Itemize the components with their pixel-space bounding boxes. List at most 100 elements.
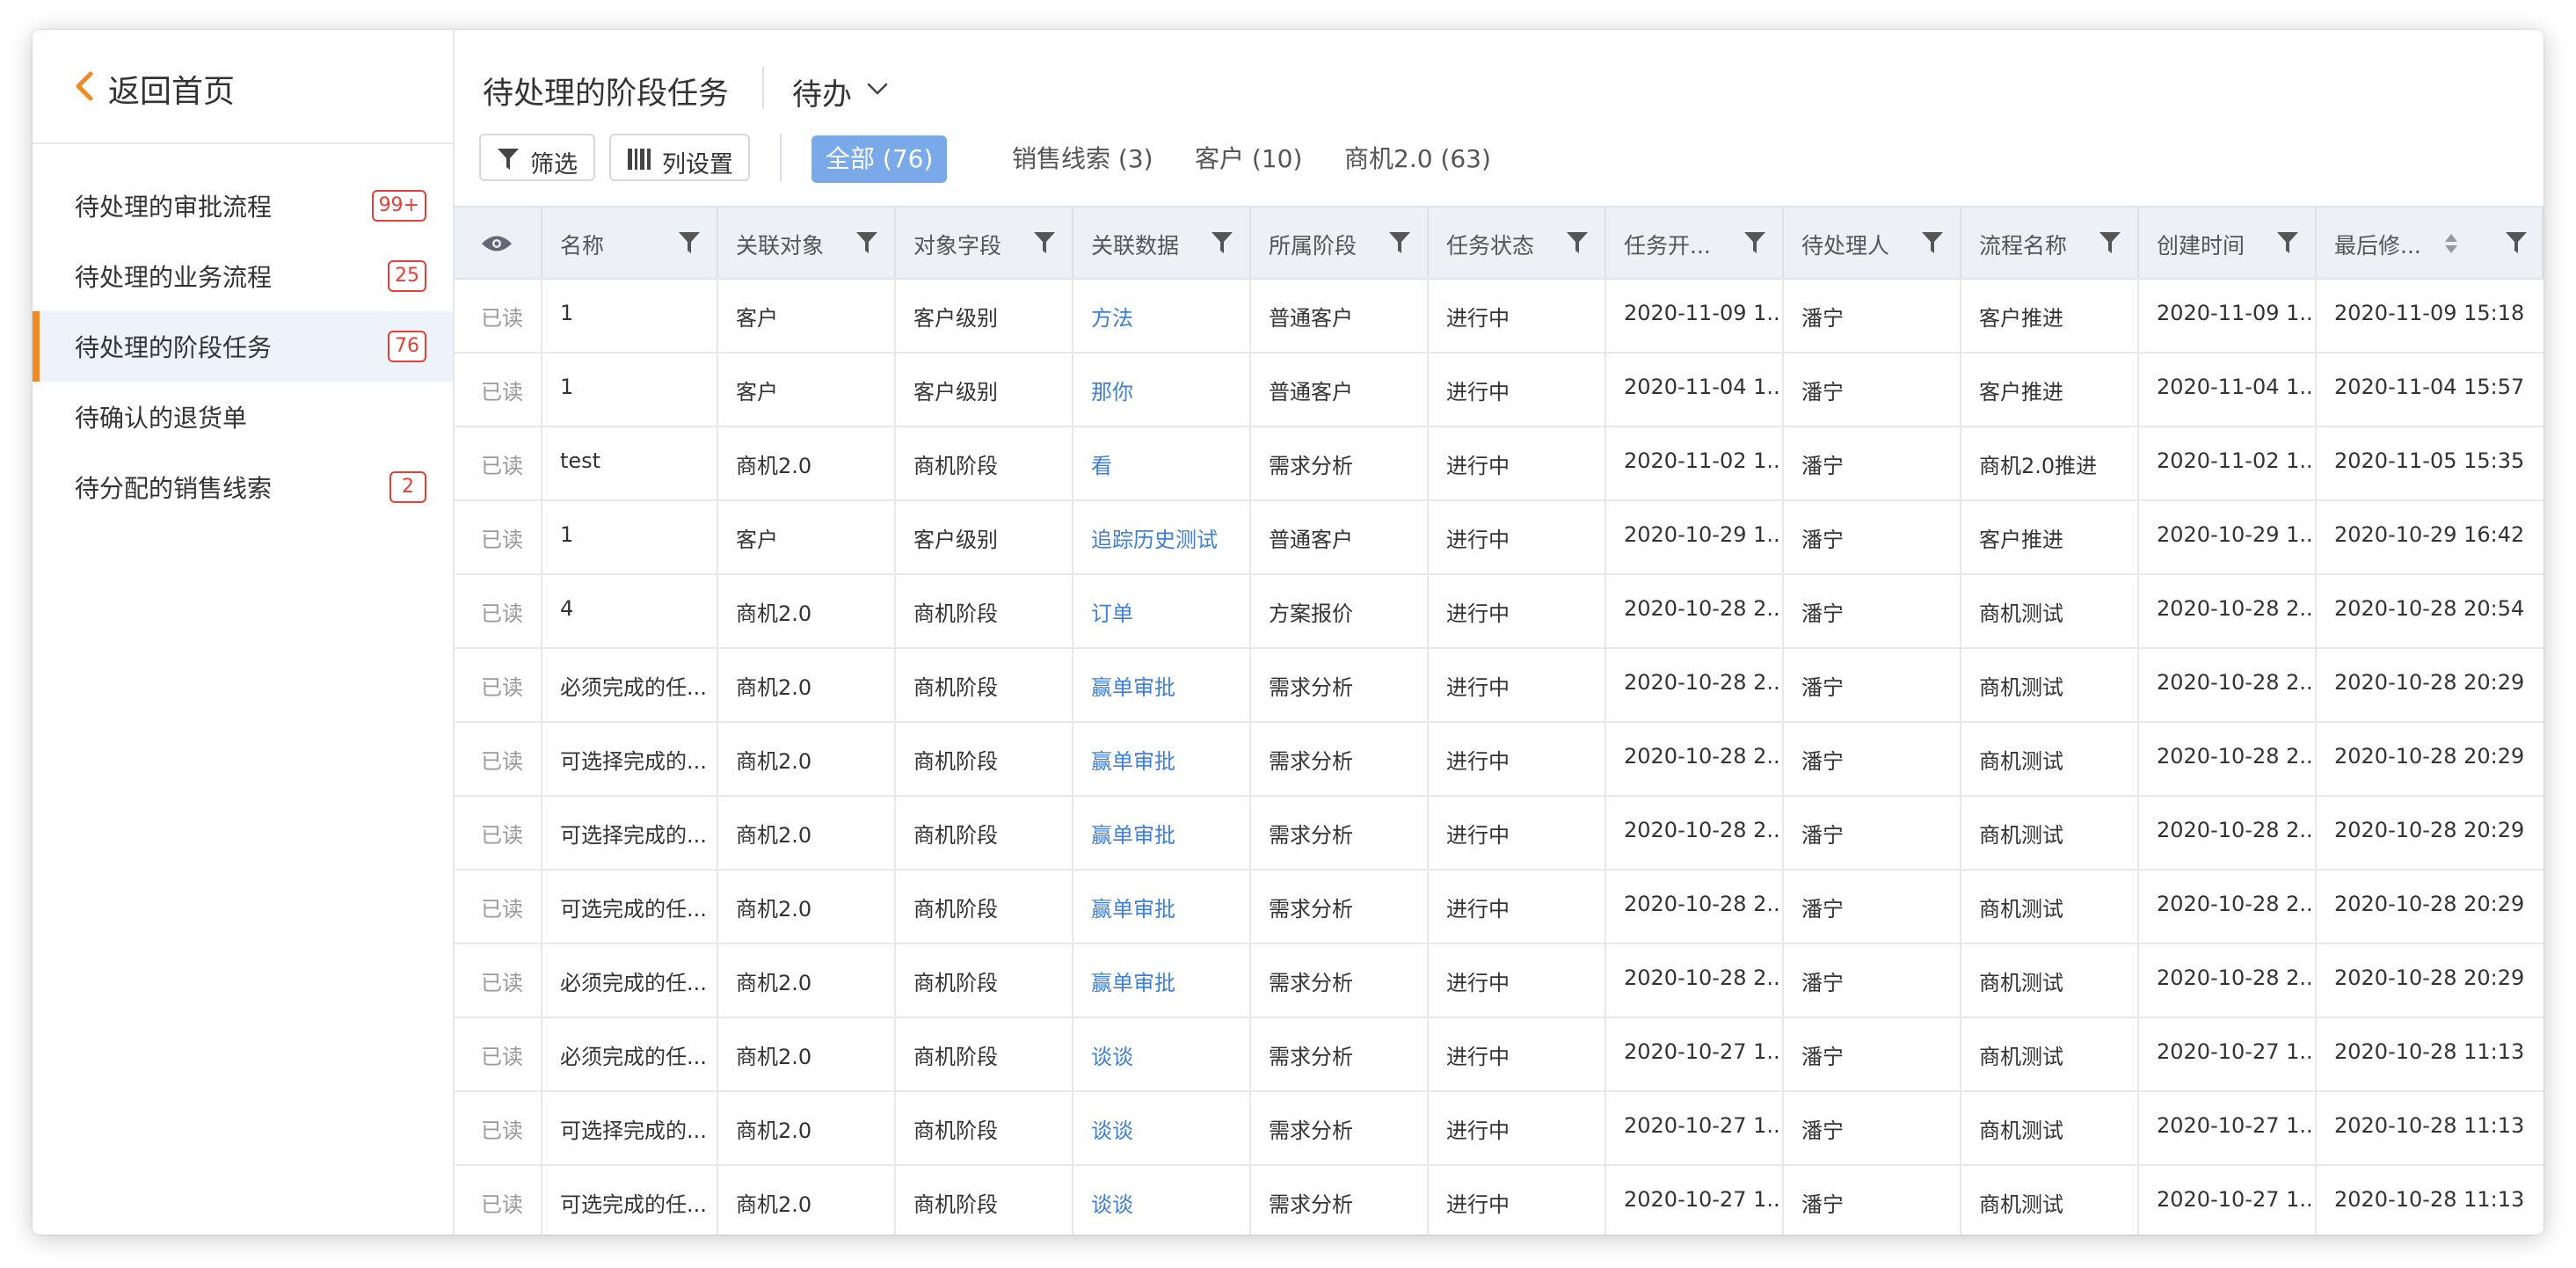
filter-icon[interactable] — [1033, 230, 1056, 255]
filter-button[interactable]: 筛选 — [479, 134, 595, 181]
cell-related-data[interactable]: 追踪历史测试 — [1073, 499, 1251, 573]
cell-related-data[interactable]: 方法 — [1073, 278, 1251, 352]
cell-assignee: 潘宁 — [1784, 499, 1961, 573]
chevron-down-icon[interactable] — [866, 77, 889, 100]
table-row[interactable]: 已读 4 商机2.0 商机阶段 订单 方案报价 进行中 2020-10-28 2... 潘宁 商机… — [455, 573, 2543, 649]
filter-icon[interactable] — [678, 230, 701, 255]
filter-icon[interactable] — [1566, 230, 1589, 255]
table-row[interactable]: 已读 必须完成的任... 商机2.0 商机阶段 赢单审批 需求分析 进行中 2020-10-2… — [455, 647, 2543, 723]
cell-related-data[interactable]: 谈谈 — [1073, 1164, 1251, 1235]
filter-icon[interactable] — [2505, 230, 2528, 255]
table-row[interactable]: 已读 可选完成的任... 商机2.0 商机阶段 谈谈 需求分析 进行中 2020-10-27 … — [455, 1164, 2543, 1235]
filter-icon[interactable] — [1921, 230, 1944, 255]
cell-task-start: 2020-10-27 1... — [1606, 1090, 1784, 1164]
read-status-text: 已读 — [481, 675, 523, 700]
cell-related-object: 商机2.0 — [718, 795, 896, 869]
related-data-link[interactable]: 订单 — [1091, 596, 1133, 627]
col-header-task-status[interactable]: 任务状态 — [1429, 208, 1606, 278]
cell-text: 2020-10-27 1... — [2157, 1187, 2317, 1212]
cell-text: 进行中 — [1446, 1045, 1510, 1069]
cell-stage: 需求分析 — [1251, 795, 1429, 869]
col-header-assignee[interactable]: 待处理人 — [1784, 208, 1961, 278]
col-header-task-start[interactable]: 任务开... — [1606, 208, 1784, 278]
cell-related-object: 商机2.0 — [718, 1090, 896, 1164]
filter-icon[interactable] — [1211, 230, 1233, 255]
sort-icon[interactable] — [2443, 232, 2459, 255]
sidebar-item-business-flow[interactable]: 待处理的业务流程 25 — [33, 241, 453, 311]
cell-text: 进行中 — [1446, 1119, 1510, 1143]
cell-related-data[interactable]: 订单 — [1073, 573, 1251, 647]
cell-text: 2020-10-28 20:29 — [2334, 966, 2525, 990]
tab-sales-leads[interactable]: 销售线索 (3) — [1012, 140, 1153, 179]
cell-related-data[interactable]: 看 — [1073, 426, 1251, 499]
cell-stage: 普通客户 — [1251, 352, 1429, 426]
cell-related-data[interactable]: 赢单审批 — [1073, 943, 1251, 1017]
cell-text: 商机2.0 — [736, 897, 812, 922]
filter-icon[interactable] — [2099, 230, 2121, 255]
table-row[interactable]: 已读 可选择完成的... 商机2.0 商机阶段 赢单审批 需求分析 进行中 2020-10-2… — [455, 721, 2543, 797]
filter-icon[interactable] — [2276, 230, 2299, 255]
cell-related-data[interactable]: 谈谈 — [1073, 1017, 1251, 1090]
table-row[interactable]: 已读 可选择完成的... 商机2.0 商机阶段 谈谈 需求分析 进行中 2020-10-27 … — [455, 1090, 2543, 1166]
cell-text: 需求分析 — [1269, 823, 1353, 848]
cell-related-data[interactable]: 赢单审批 — [1073, 647, 1251, 721]
table-row[interactable]: 已读 1 客户 客户级别 追踪历史测试 普通客户 进行中 2020-10-29 1... 潘宁 客… — [455, 499, 2543, 575]
cell-text: 2020-11-05 15:35 — [2334, 448, 2525, 473]
col-header-flow-name[interactable]: 流程名称 — [1961, 208, 2139, 278]
related-data-link[interactable]: 赢单审批 — [1091, 818, 1175, 849]
cell-created-time: 2020-10-28 2... — [2139, 869, 2317, 943]
related-data-link[interactable]: 追踪历史测试 — [1091, 522, 1218, 553]
related-data-link[interactable]: 赢单审批 — [1091, 670, 1175, 701]
col-header-last-modified[interactable]: 最后修... — [2317, 208, 2543, 278]
cell-related-data[interactable]: 赢单审批 — [1073, 795, 1251, 869]
sidebar-item-returns[interactable]: 待确认的退货单 — [33, 382, 453, 452]
tab-customers[interactable]: 客户 (10) — [1195, 140, 1302, 179]
col-header-name[interactable]: 名称 — [542, 208, 718, 278]
title-divider — [762, 67, 764, 109]
cell-text: 商机2.0 — [736, 601, 812, 626]
read-status-text: 已读 — [481, 454, 523, 478]
related-data-link[interactable]: 方法 — [1091, 301, 1133, 332]
filter-icon[interactable] — [1388, 230, 1411, 255]
sidebar-item-label: 待处理的阶段任务 — [75, 333, 273, 362]
related-data-link[interactable]: 赢单审批 — [1091, 966, 1175, 996]
table-row[interactable]: 已读 可选完成的任... 商机2.0 商机阶段 赢单审批 需求分析 进行中 2020-10-2… — [455, 869, 2543, 944]
col-header-object-field[interactable]: 对象字段 — [896, 208, 1073, 278]
table-row[interactable]: 已读 1 客户 客户级别 那你 普通客户 进行中 2020-11-04 1... 潘宁 客户推进 2… — [455, 352, 2543, 427]
sidebar-item-sales-leads[interactable]: 待分配的销售线索 2 — [33, 452, 453, 522]
sidebar-item-stage-tasks[interactable]: 待处理的阶段任务 76 — [33, 311, 453, 382]
column-settings-button[interactable]: 列设置 — [609, 134, 750, 181]
col-header-related-data[interactable]: 关联数据 — [1073, 208, 1251, 278]
table-row[interactable]: 已读 可选择完成的... 商机2.0 商机阶段 赢单审批 需求分析 进行中 2020-10-2… — [455, 795, 2543, 871]
cell-related-data[interactable]: 赢单审批 — [1073, 869, 1251, 943]
related-data-link[interactable]: 谈谈 — [1091, 1187, 1133, 1218]
back-home-link[interactable]: 返回首页 — [33, 30, 453, 144]
col-header-stage[interactable]: 所属阶段 — [1251, 208, 1429, 278]
tab-opportunity[interactable]: 商机2.0 (63) — [1344, 140, 1491, 179]
related-data-link[interactable]: 赢单审批 — [1091, 892, 1175, 922]
cell-text: 客户级别 — [913, 380, 998, 404]
related-data-link[interactable]: 看 — [1091, 448, 1112, 479]
related-data-link[interactable]: 谈谈 — [1091, 1113, 1133, 1144]
col-header-related-object[interactable]: 关联对象 — [718, 208, 896, 278]
table-row[interactable]: 已读 必须完成的任... 商机2.0 商机阶段 谈谈 需求分析 进行中 2020-10-27 … — [455, 1017, 2543, 1092]
cell-related-data[interactable]: 赢单审批 — [1073, 721, 1251, 795]
table-row[interactable]: 已读 1 客户 客户级别 方法 普通客户 进行中 2020-11-09 1... 潘宁 客户推进 2… — [455, 278, 2543, 353]
cell-text: 2020-10-28 2... — [2157, 966, 2317, 990]
filter-icon[interactable] — [1743, 230, 1766, 255]
sidebar-item-approval-flow[interactable]: 待处理的审批流程 99+ — [33, 171, 453, 241]
cell-flow-name: 商机测试 — [1961, 869, 2139, 943]
related-data-link[interactable]: 那你 — [1091, 375, 1133, 405]
col-header-created-time[interactable]: 创建时间 — [2139, 208, 2317, 278]
table-row[interactable]: 已读 必须完成的任... 商机2.0 商机阶段 赢单审批 需求分析 进行中 2020-10-2… — [455, 943, 2543, 1018]
related-data-link[interactable]: 赢单审批 — [1091, 744, 1175, 775]
table-row[interactable]: 已读 test 商机2.0 商机阶段 看 需求分析 进行中 2020-11-02 1... 潘宁… — [455, 426, 2543, 501]
cell-related-data[interactable]: 那你 — [1073, 352, 1251, 426]
read-status-text: 已读 — [481, 823, 523, 848]
related-data-link[interactable]: 谈谈 — [1091, 1039, 1133, 1070]
tab-all[interactable]: 全部 (76) — [811, 135, 948, 183]
view-select[interactable]: 待办 — [792, 70, 852, 113]
cell-related-data[interactable]: 谈谈 — [1073, 1090, 1251, 1164]
filter-icon[interactable] — [855, 230, 878, 255]
cell-text: 2020-10-29 16:42 — [2334, 522, 2525, 547]
